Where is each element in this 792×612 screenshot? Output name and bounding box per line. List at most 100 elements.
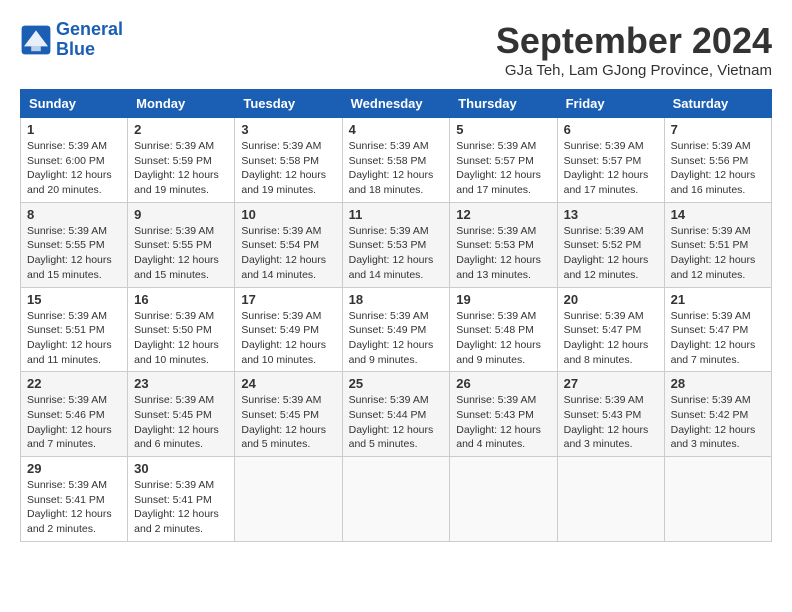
day-info: Sunset: 5:48 PM (456, 323, 550, 338)
day-info: Daylight: 12 hours (564, 253, 658, 268)
day-info: Daylight: 12 hours (564, 423, 658, 438)
day-info: Daylight: 12 hours (27, 338, 121, 353)
calendar-cell: 27Sunrise: 5:39 AMSunset: 5:43 PMDayligh… (557, 372, 664, 457)
calendar-cell: 28Sunrise: 5:39 AMSunset: 5:42 PMDayligh… (664, 372, 771, 457)
day-info: and 3 minutes. (564, 437, 658, 452)
day-info: Sunrise: 5:39 AM (241, 224, 335, 239)
day-info: and 8 minutes. (564, 353, 658, 368)
calendar-cell: 21Sunrise: 5:39 AMSunset: 5:47 PMDayligh… (664, 287, 771, 372)
day-number: 5 (456, 122, 550, 137)
calendar-cell: 26Sunrise: 5:39 AMSunset: 5:43 PMDayligh… (450, 372, 557, 457)
day-info: Daylight: 12 hours (564, 338, 658, 353)
day-info: Sunset: 5:41 PM (27, 493, 121, 508)
day-info: Sunrise: 5:39 AM (27, 478, 121, 493)
page-header: GeneralBlue September 2024 GJa Teh, Lam … (20, 20, 772, 79)
day-info: and 2 minutes. (27, 522, 121, 537)
calendar-cell (342, 457, 450, 542)
day-info: and 6 minutes. (134, 437, 228, 452)
calendar-week-2: 8Sunrise: 5:39 AMSunset: 5:55 PMDaylight… (21, 202, 772, 287)
calendar-cell: 2Sunrise: 5:39 AMSunset: 5:59 PMDaylight… (128, 118, 235, 203)
day-info: Sunset: 5:52 PM (564, 238, 658, 253)
weekday-header-sunday: Sunday (21, 90, 128, 118)
day-info: Daylight: 12 hours (241, 423, 335, 438)
weekday-header-thursday: Thursday (450, 90, 557, 118)
day-number: 12 (456, 207, 550, 222)
calendar-cell: 3Sunrise: 5:39 AMSunset: 5:58 PMDaylight… (235, 118, 342, 203)
day-info: Sunrise: 5:39 AM (671, 139, 765, 154)
day-info: Daylight: 12 hours (564, 168, 658, 183)
day-info: and 7 minutes. (671, 353, 765, 368)
day-number: 27 (564, 376, 658, 391)
day-info: Sunrise: 5:39 AM (134, 393, 228, 408)
day-info: Sunrise: 5:39 AM (349, 309, 444, 324)
day-info: Sunset: 5:45 PM (241, 408, 335, 423)
day-number: 2 (134, 122, 228, 137)
day-info: and 12 minutes. (564, 268, 658, 283)
calendar-cell (450, 457, 557, 542)
day-number: 6 (564, 122, 658, 137)
calendar-cell: 18Sunrise: 5:39 AMSunset: 5:49 PMDayligh… (342, 287, 450, 372)
day-info: and 2 minutes. (134, 522, 228, 537)
day-number: 9 (134, 207, 228, 222)
day-info: Sunset: 5:43 PM (456, 408, 550, 423)
day-info: and 3 minutes. (671, 437, 765, 452)
logo: GeneralBlue (20, 20, 123, 60)
day-info: Sunset: 5:57 PM (564, 154, 658, 169)
month-title: September 2024 (496, 20, 772, 62)
day-number: 20 (564, 292, 658, 307)
day-info: and 11 minutes. (27, 353, 121, 368)
day-info: Sunset: 5:41 PM (134, 493, 228, 508)
day-info: Sunset: 5:53 PM (349, 238, 444, 253)
calendar-cell: 7Sunrise: 5:39 AMSunset: 5:56 PMDaylight… (664, 118, 771, 203)
day-info: Daylight: 12 hours (134, 338, 228, 353)
calendar-cell: 13Sunrise: 5:39 AMSunset: 5:52 PMDayligh… (557, 202, 664, 287)
day-number: 14 (671, 207, 765, 222)
day-number: 4 (349, 122, 444, 137)
day-info: Daylight: 12 hours (27, 253, 121, 268)
weekday-header-saturday: Saturday (664, 90, 771, 118)
day-info: Sunset: 5:53 PM (456, 238, 550, 253)
calendar-cell: 29 Sunrise: 5:39 AMSunset: 5:41 PMDayligh… (21, 457, 128, 542)
day-number: 24 (241, 376, 335, 391)
day-info: and 10 minutes. (134, 353, 228, 368)
day-info: and 5 minutes. (241, 437, 335, 452)
day-info: Daylight: 12 hours (349, 253, 444, 268)
calendar-cell: 4Sunrise: 5:39 AMSunset: 5:58 PMDaylight… (342, 118, 450, 203)
day-info: Sunrise: 5:39 AM (134, 309, 228, 324)
day-info: and 19 minutes. (241, 183, 335, 198)
day-info: Sunset: 5:46 PM (27, 408, 121, 423)
day-info: Sunrise: 5:39 AM (241, 393, 335, 408)
day-info: Daylight: 12 hours (241, 168, 335, 183)
day-number: 7 (671, 122, 765, 137)
day-info: and 14 minutes. (241, 268, 335, 283)
calendar-cell (557, 457, 664, 542)
day-info: Sunset: 5:43 PM (564, 408, 658, 423)
day-info: Sunrise: 5:39 AM (671, 309, 765, 324)
day-info: Daylight: 12 hours (349, 423, 444, 438)
day-info: Sunset: 5:54 PM (241, 238, 335, 253)
day-info: Sunset: 5:59 PM (134, 154, 228, 169)
day-number: 17 (241, 292, 335, 307)
day-info: Sunrise: 5:39 AM (241, 309, 335, 324)
day-info: Sunset: 5:58 PM (241, 154, 335, 169)
day-info: Daylight: 12 hours (27, 507, 121, 522)
day-info: Sunset: 5:55 PM (134, 238, 228, 253)
day-info: Sunrise: 5:39 AM (564, 139, 658, 154)
day-info: and 14 minutes. (349, 268, 444, 283)
title-block: September 2024 GJa Teh, Lam GJong Provin… (496, 20, 772, 79)
day-info: Sunset: 5:47 PM (564, 323, 658, 338)
day-info: Sunrise: 5:39 AM (456, 224, 550, 239)
day-info: Daylight: 12 hours (671, 423, 765, 438)
day-info: and 18 minutes. (349, 183, 444, 198)
day-info: Sunrise: 5:39 AM (564, 309, 658, 324)
calendar-cell: 16Sunrise: 5:39 AMSunset: 5:50 PMDayligh… (128, 287, 235, 372)
day-info: Daylight: 12 hours (671, 338, 765, 353)
day-info: Sunrise: 5:39 AM (671, 393, 765, 408)
day-number: 29 (27, 461, 121, 476)
day-info: Sunrise: 5:39 AM (349, 393, 444, 408)
day-info: Sunset: 5:50 PM (134, 323, 228, 338)
calendar-cell: 15Sunrise: 5:39 AMSunset: 5:51 PMDayligh… (21, 287, 128, 372)
day-info: Sunrise: 5:39 AM (456, 309, 550, 324)
day-info: Sunrise: 5:39 AM (349, 139, 444, 154)
day-info: Daylight: 12 hours (456, 423, 550, 438)
